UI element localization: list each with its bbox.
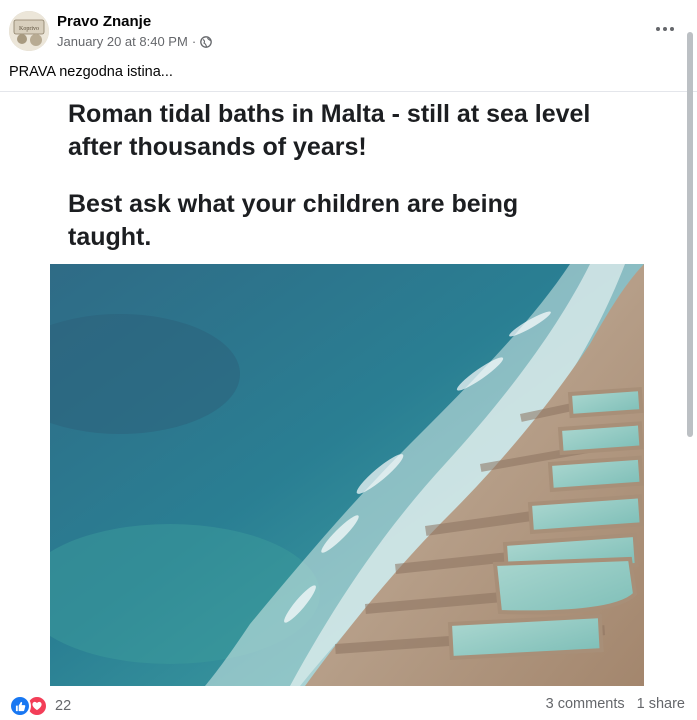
post-header: Koprivo Pravo Znanje January 20 at 8:40 … bbox=[0, 0, 697, 60]
engagement-stats: 3 comments 1 share bbox=[534, 696, 685, 712]
globe-icon[interactable] bbox=[200, 35, 213, 48]
post-timestamp[interactable]: January 20 at 8:40 PM bbox=[57, 34, 188, 49]
page-name-link[interactable]: Pravo Znanje bbox=[57, 13, 151, 30]
scrollbar[interactable] bbox=[683, 0, 695, 690]
reactions-summary[interactable]: 22 bbox=[9, 695, 71, 717]
image-subline: Best ask what your children are being ta… bbox=[68, 190, 519, 251]
facebook-post: Koprivo Pravo Znanje January 20 at 8:40 … bbox=[0, 0, 697, 720]
more-options-icon[interactable] bbox=[653, 19, 677, 39]
like-icon bbox=[9, 695, 31, 717]
shares-count-link[interactable]: 1 share bbox=[637, 696, 685, 712]
aerial-coast-photo bbox=[50, 264, 644, 686]
page-avatar[interactable]: Koprivo bbox=[9, 11, 49, 51]
image-headline: Roman tidal baths in Malta - still at se… bbox=[68, 100, 591, 161]
meta-separator: · bbox=[191, 34, 197, 49]
scrollbar-thumb[interactable] bbox=[687, 32, 693, 437]
avatar-text: Koprivo bbox=[19, 26, 39, 32]
post-image[interactable]: Roman tidal baths in Malta - still at se… bbox=[0, 91, 697, 686]
comments-count-link[interactable]: 3 comments bbox=[546, 696, 625, 712]
reaction-count: 22 bbox=[55, 698, 72, 714]
post-meta: January 20 at 8:40 PM · bbox=[57, 34, 213, 49]
avatar-image: Koprivo bbox=[9, 11, 49, 51]
post-footer: 22 3 comments 1 share bbox=[0, 690, 697, 720]
post-caption: PRAVA nezgodna istina... bbox=[9, 64, 173, 80]
